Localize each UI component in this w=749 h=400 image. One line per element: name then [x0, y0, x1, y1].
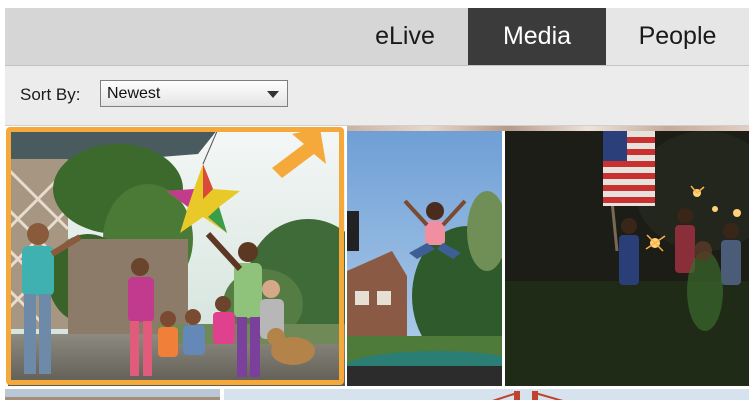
sparklers-thumbnail[interactable]: [505, 131, 749, 386]
tab-people[interactable]: People: [606, 8, 749, 65]
media-grid: [0, 126, 749, 400]
pointer-arrow-icon: [272, 128, 326, 178]
trampoline-thumbnail[interactable]: [347, 131, 502, 386]
bottom-left-thumbnail[interactable]: [5, 389, 220, 400]
chevron-down-icon: [267, 91, 279, 98]
sort-dropdown-value: Newest: [107, 84, 161, 102]
golden-gate-bridge-thumbnail[interactable]: [224, 389, 749, 400]
tab-media[interactable]: Media: [468, 8, 606, 65]
sort-by-label: Sort By:: [20, 85, 81, 104]
tab-elive[interactable]: eLive: [345, 8, 465, 65]
top-nav-bar: eLive Media People: [5, 8, 749, 66]
sort-dropdown[interactable]: Newest: [100, 80, 288, 107]
sort-toolbar: Sort By: Newest: [5, 66, 749, 126]
